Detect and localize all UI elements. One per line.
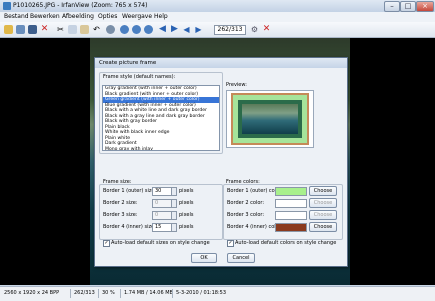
border3-choose-button[interactable]: Choose xyxy=(309,210,337,220)
border3-size-unit: pixels xyxy=(179,212,194,218)
cut-icon[interactable]: ✂ xyxy=(56,25,65,34)
preview-middle-border xyxy=(233,95,307,143)
border3-size-spinner[interactable] xyxy=(171,211,177,220)
status-separator xyxy=(120,289,121,298)
menu-help[interactable]: Help xyxy=(154,13,168,20)
border1-size-spinner[interactable] xyxy=(171,187,177,196)
cancel-button[interactable]: Cancel xyxy=(227,253,255,263)
undo-icon[interactable]: ↶ xyxy=(92,25,101,34)
menu-afbeelding[interactable]: Afbeelding xyxy=(62,13,94,20)
close-button[interactable]: × xyxy=(416,1,434,12)
border4-size-spinner[interactable] xyxy=(171,223,177,232)
autoload-colors-checkbox[interactable]: ✓ xyxy=(227,240,234,247)
border2-size-unit: pixels xyxy=(179,200,194,206)
save-icon[interactable] xyxy=(28,25,37,34)
exit-icon[interactable]: ✕ xyxy=(262,25,271,34)
border3-color-swatch xyxy=(275,211,307,220)
preview-inner-border xyxy=(238,100,302,138)
autoload-sizes-checkbox[interactable]: ✓ xyxy=(103,240,110,247)
create-frame-dialog: Create picture frame Frame style (defaul… xyxy=(94,57,348,267)
status-separator xyxy=(70,289,71,298)
status-separator xyxy=(98,289,99,298)
status-index: 262/313 xyxy=(74,290,95,296)
ok-button[interactable]: OK xyxy=(191,253,217,263)
status-zoom: 30 % xyxy=(102,290,115,296)
border1-size-input[interactable]: 30 xyxy=(152,187,172,196)
border1-size-unit: pixels xyxy=(179,188,194,194)
delete-icon[interactable]: ✕ xyxy=(40,25,49,34)
border4-size-unit: pixels xyxy=(179,224,194,230)
dialog-title: Create picture frame xyxy=(99,60,157,66)
border1-color-swatch xyxy=(275,187,307,196)
status-dimensions: 2560 x 1920 x 24 BPP xyxy=(4,290,60,296)
border2-size-spinner[interactable] xyxy=(171,199,177,208)
border2-choose-button[interactable]: Choose xyxy=(309,198,337,208)
border2-size-label: Border 2 size: xyxy=(103,200,138,206)
frame-preview xyxy=(226,90,314,148)
border2-size-input[interactable]: 0 xyxy=(152,199,172,208)
zoom-fit-icon[interactable] xyxy=(144,25,153,34)
border3-size-label: Border 3 size: xyxy=(103,212,138,218)
autoload-colors-label: Auto-load default colors on style change xyxy=(235,240,337,246)
last-icon[interactable]: ▶ xyxy=(194,25,203,34)
status-info: 1.74 MB / 14.06 MB xyxy=(124,290,173,296)
status-datetime: 5-3-2010 / 01:18:53 xyxy=(176,290,227,296)
border4-size-label: Border 4 (inner) size: xyxy=(103,224,156,230)
info-icon[interactable] xyxy=(106,25,115,34)
irfanview-window: P1010265.JPG - IrfanView (Zoom: 765 x 57… xyxy=(0,0,435,301)
frame-style-list[interactable]: Gray gradient (with inner + outer color)… xyxy=(102,85,220,151)
preview-label: Preview: xyxy=(226,82,247,88)
frame-style-label: Frame style (default names): xyxy=(103,74,176,80)
next-icon[interactable]: ▶ xyxy=(170,25,179,34)
paste-icon[interactable] xyxy=(80,25,89,34)
menu-bestand[interactable]: Bestand xyxy=(4,13,29,20)
app-icon xyxy=(3,2,11,10)
copy-icon[interactable] xyxy=(68,25,77,34)
frame-style-item[interactable]: Mono gray with inlay xyxy=(103,147,219,151)
menu-bewerken[interactable]: Bewerken xyxy=(30,13,60,20)
frame-style-item[interactable]: Black with a white line and dark gray bo… xyxy=(103,108,219,114)
border1-size-label: Border 1 (outer) size: xyxy=(103,188,157,194)
toolbar: ✕ ✂ ↶ ◀ ▶ ◀ ▶ 262/313 ⚙ ✕ xyxy=(0,22,435,38)
border3-size-input[interactable]: 0 xyxy=(152,211,172,220)
minimize-button[interactable]: – xyxy=(384,1,400,12)
previous-icon[interactable]: ◀ xyxy=(158,25,167,34)
title-bar: P1010265.JPG - IrfanView (Zoom: 765 x 57… xyxy=(0,0,435,12)
border3-color-label: Border 3 color: xyxy=(227,212,265,218)
border2-color-swatch xyxy=(275,199,307,208)
open-folder-icon[interactable] xyxy=(4,25,13,34)
slideshow-icon[interactable] xyxy=(16,25,25,34)
border4-size-input[interactable]: 15 xyxy=(152,223,172,232)
page-indicator: 262/313 xyxy=(214,25,246,35)
maximize-button[interactable]: □ xyxy=(400,1,416,12)
first-icon[interactable]: ◀ xyxy=(182,25,191,34)
border1-choose-button[interactable]: Choose xyxy=(309,186,337,196)
border2-color-label: Border 2 color: xyxy=(227,200,265,206)
status-bar: 2560 x 1920 x 24 BPP 262/313 30 % 1.74 M… xyxy=(0,286,435,301)
menu-weergave[interactable]: Weergave xyxy=(122,13,152,20)
preview-image xyxy=(242,104,298,134)
dialog-title-bar: Create picture frame xyxy=(95,58,347,68)
zoom-out-icon[interactable] xyxy=(132,25,141,34)
border4-color-swatch xyxy=(275,223,307,232)
autoload-sizes-label: Auto-load default sizes on style change xyxy=(111,240,210,246)
border4-choose-button[interactable]: Choose xyxy=(309,222,337,232)
menu-opties[interactable]: Opties xyxy=(98,13,117,20)
window-title: P1010265.JPG - IrfanView (Zoom: 765 x 57… xyxy=(13,2,148,9)
status-separator xyxy=(172,289,173,298)
preview-outer-border xyxy=(231,93,309,145)
settings-icon[interactable]: ⚙ xyxy=(250,25,259,34)
zoom-in-icon[interactable] xyxy=(120,25,129,34)
